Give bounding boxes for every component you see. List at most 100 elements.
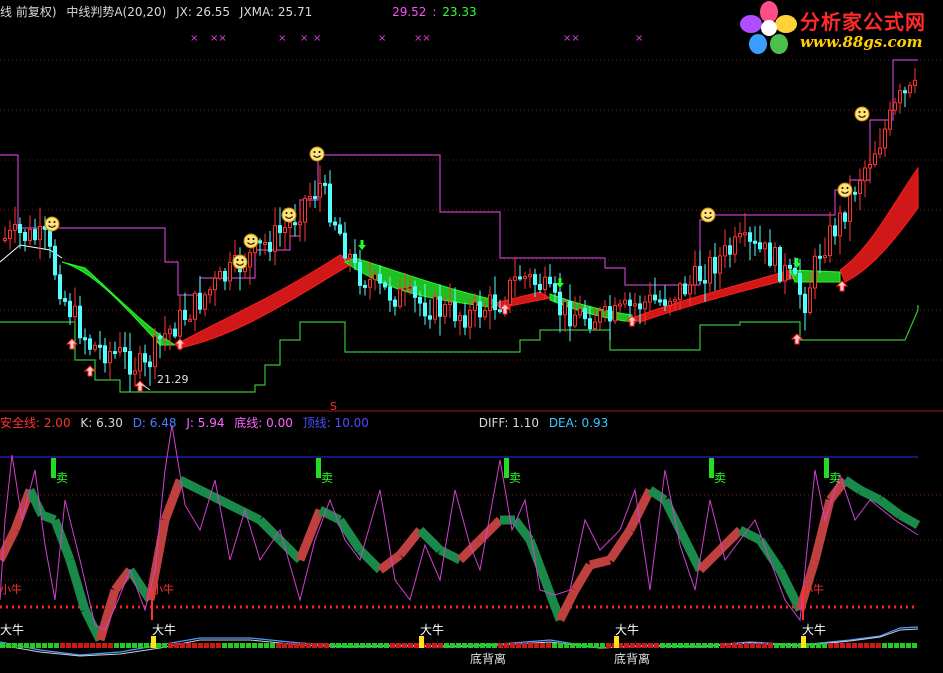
candle	[878, 128, 882, 159]
sell-label: 卖	[321, 471, 333, 485]
candle	[813, 248, 817, 300]
signal-block	[468, 643, 473, 648]
candle	[393, 296, 397, 316]
candle	[73, 287, 77, 323]
signal-block	[462, 643, 467, 648]
signal-block	[894, 643, 899, 648]
signal-block	[246, 643, 251, 648]
signal-block	[324, 643, 329, 648]
logo-url: www.88gs.com	[800, 33, 923, 51]
signal-block	[426, 643, 431, 648]
sell-label: 卖	[56, 471, 68, 485]
ribbon-segment	[437, 545, 463, 565]
signal-block	[684, 643, 689, 648]
candle	[523, 271, 527, 289]
signal-block	[474, 643, 479, 648]
signal-block	[504, 643, 509, 648]
signal-block	[780, 643, 785, 648]
candle	[758, 225, 762, 253]
signal-block	[546, 643, 551, 648]
macd-line	[0, 626, 919, 656]
candle	[278, 207, 282, 247]
ribbon-segment	[775, 567, 805, 613]
candle	[908, 82, 912, 98]
ribbon-segment	[95, 588, 120, 642]
bull-bar	[801, 636, 806, 648]
bottom-line-label: 底线: 0.00	[234, 416, 293, 430]
signal-block	[456, 643, 461, 648]
signal-block	[492, 643, 497, 648]
candle	[123, 331, 127, 370]
candle	[273, 207, 277, 266]
signal-block	[864, 643, 869, 648]
signal-block	[528, 643, 533, 648]
signal-block	[762, 643, 767, 648]
signal-block	[738, 643, 743, 648]
signal-block	[144, 643, 149, 648]
candle	[683, 276, 687, 297]
header-val-a: 29.52	[392, 5, 427, 19]
candle	[218, 266, 222, 281]
signal-block	[510, 643, 515, 648]
signal-block	[0, 643, 5, 648]
signal-block	[348, 643, 353, 648]
signal-block	[756, 643, 761, 648]
header-jx: JX: 26.55	[176, 5, 231, 19]
sell-label: 卖	[509, 471, 521, 485]
s-marker: S	[330, 400, 337, 413]
candle	[193, 290, 197, 331]
signal-block	[96, 643, 101, 648]
candle	[78, 295, 82, 345]
signal-block	[720, 643, 725, 648]
candle	[58, 264, 62, 305]
candle	[83, 328, 87, 355]
sell-signals: 卖卖卖卖卖	[51, 458, 841, 485]
signal-block	[906, 643, 911, 648]
signal-block	[822, 643, 827, 648]
candle	[768, 229, 772, 268]
signal-block	[42, 643, 47, 648]
bull-signals: 大牛 大牛 大牛 大牛 大牛 小牛 小牛 小牛	[0, 582, 826, 648]
band-red-4	[839, 166, 919, 283]
signal-block	[162, 643, 167, 648]
signal-block	[264, 643, 269, 648]
ribbon-segment	[877, 496, 903, 519]
signal-block	[624, 643, 629, 648]
candle	[343, 222, 347, 261]
candle	[783, 253, 787, 294]
signal-block	[648, 643, 653, 648]
candle	[18, 217, 22, 249]
signal-block	[138, 643, 143, 648]
signal-block	[66, 643, 71, 648]
candle	[188, 314, 192, 323]
candle	[548, 264, 552, 288]
candle	[603, 299, 607, 322]
candle	[338, 217, 342, 236]
candle	[698, 250, 702, 285]
signal-block	[18, 643, 23, 648]
signal-block	[192, 643, 197, 648]
candle	[13, 206, 17, 243]
ribbon-segment	[675, 527, 705, 573]
flower-icon	[740, 1, 797, 54]
signal-block	[330, 643, 335, 648]
signal-block	[558, 643, 563, 648]
candle	[708, 249, 712, 293]
signal-block	[534, 643, 539, 648]
signal-block	[186, 643, 191, 648]
candle	[493, 276, 497, 320]
candle	[463, 302, 467, 336]
signal-block	[834, 643, 839, 648]
ribbon-segment	[660, 497, 685, 533]
ribbon-segment	[696, 546, 724, 574]
candle	[528, 268, 532, 288]
signal-block	[792, 643, 797, 648]
candle	[33, 218, 37, 245]
sell-label: 卖	[829, 471, 841, 485]
sell-arrow-icon	[358, 240, 366, 250]
signal-block	[786, 643, 791, 648]
candle	[568, 284, 572, 342]
candle	[763, 240, 767, 265]
signal-block	[288, 643, 293, 648]
signal-block	[810, 643, 815, 648]
